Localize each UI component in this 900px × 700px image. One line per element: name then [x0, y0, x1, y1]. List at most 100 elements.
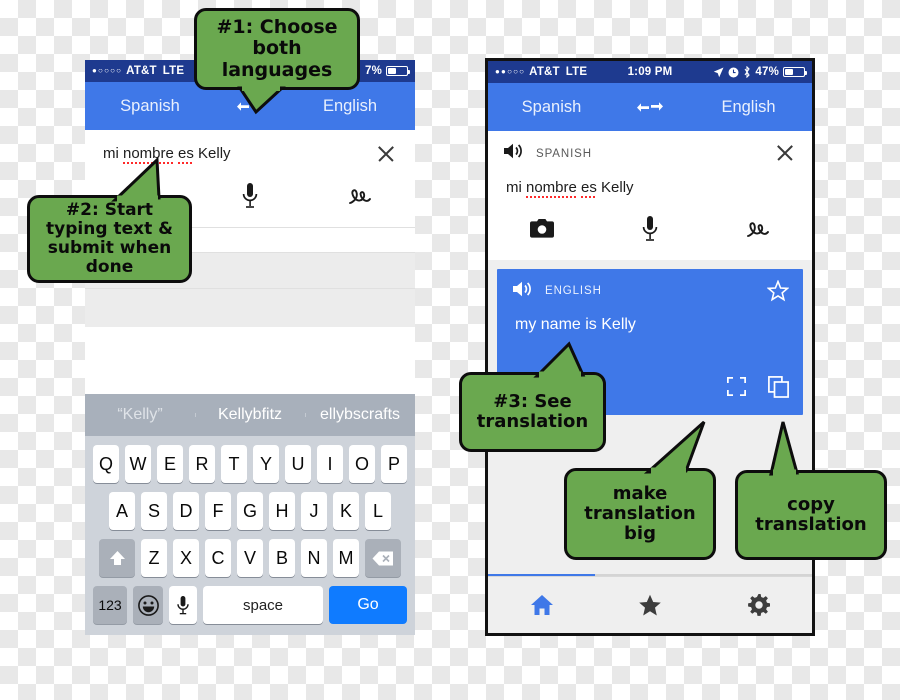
source-text-input[interactable]: mi nombre es Kelly: [103, 144, 375, 164]
translation-text: my name is Kelly: [515, 315, 636, 333]
key-c[interactable]: C: [205, 539, 231, 577]
callout-3-tail: [533, 341, 586, 379]
key-i[interactable]: I: [317, 445, 343, 483]
carrier-label: AT&T: [126, 65, 157, 77]
callout-4: make translation big: [564, 420, 716, 560]
prediction-1[interactable]: Kellybfitz: [195, 406, 305, 424]
emoji-icon[interactable]: [133, 586, 163, 624]
target-language-button[interactable]: English: [285, 97, 415, 116]
callout-5-tail: [769, 421, 799, 477]
src-part-3: Kelly: [193, 145, 231, 162]
space-key[interactable]: space: [203, 586, 323, 624]
source-language-button[interactable]: Spanish: [85, 97, 215, 116]
key-q[interactable]: Q: [93, 445, 119, 483]
key-b[interactable]: B: [269, 539, 295, 577]
nav-home[interactable]: [488, 594, 596, 616]
microphone-icon[interactable]: [596, 215, 704, 242]
language-bar-right: Spanish English: [488, 83, 812, 131]
key-x[interactable]: X: [173, 539, 199, 577]
key-g[interactable]: G: [237, 492, 263, 530]
backspace-icon[interactable]: [365, 539, 401, 577]
go-button[interactable]: Go: [329, 586, 407, 624]
callout-5: copy translation: [735, 421, 887, 560]
phone-left: ●○○○○ AT&T LTE 7% Spanish English mi nom…: [85, 60, 415, 635]
fullscreen-icon[interactable]: [726, 376, 747, 401]
speaker-icon[interactable]: [504, 143, 524, 164]
prediction-0[interactable]: “Kelly”: [85, 406, 195, 424]
star-outline-icon[interactable]: [766, 278, 790, 307]
key-f[interactable]: F: [205, 492, 231, 530]
callout-2: #2: Start typing text & submit when done: [27, 156, 192, 283]
key-u[interactable]: U: [285, 445, 311, 483]
alarm-clock-icon: [728, 67, 739, 78]
key-j[interactable]: J: [301, 492, 327, 530]
key-h[interactable]: H: [269, 492, 295, 530]
status-bar-right: ●●○○○ AT&T LTE 1:09 PM 47%: [488, 61, 812, 83]
misspelled-word-2: es: [581, 179, 597, 198]
key-v[interactable]: V: [237, 539, 263, 577]
callout-2-text: #2: Start typing text & submit when done: [27, 195, 192, 283]
dictation-microphone-icon[interactable]: [169, 586, 197, 624]
key-r[interactable]: R: [189, 445, 215, 483]
key-l[interactable]: L: [365, 492, 391, 530]
keyboard-row-3: Z X C V B N M: [85, 539, 415, 577]
speaker-icon[interactable]: [513, 281, 533, 302]
shift-icon[interactable]: [99, 539, 135, 577]
nav-starred[interactable]: [596, 594, 704, 617]
src-part-3: Kelly: [596, 179, 634, 196]
close-icon[interactable]: [774, 142, 796, 164]
key-k[interactable]: K: [333, 492, 359, 530]
prediction-2[interactable]: ellybscrafts: [305, 406, 415, 424]
key-p[interactable]: P: [381, 445, 407, 483]
handwriting-icon[interactable]: [704, 217, 812, 241]
callout-1-text: #1: Choose both languages: [194, 8, 360, 90]
battery-icon: [783, 67, 807, 77]
battery-percent-label: 47%: [755, 66, 779, 78]
key-w[interactable]: W: [125, 445, 151, 483]
misspelled-word-1: nombre: [526, 179, 577, 198]
bottom-nav: [488, 576, 812, 633]
key-z[interactable]: Z: [141, 539, 167, 577]
tool-row-right: [488, 198, 812, 260]
src-part-1: mi: [506, 179, 526, 196]
nav-settings[interactable]: [704, 593, 812, 617]
key-a[interactable]: A: [109, 492, 135, 530]
camera-icon[interactable]: [488, 219, 596, 238]
src-part-1: mi: [103, 145, 123, 162]
source-text-display[interactable]: mi nombre es Kelly: [506, 178, 794, 198]
key-n[interactable]: N: [301, 539, 327, 577]
copy-icon[interactable]: [768, 375, 789, 403]
key-s[interactable]: S: [141, 492, 167, 530]
close-icon[interactable]: [375, 143, 397, 165]
battery-percent-label: 7%: [364, 65, 382, 77]
microphone-icon[interactable]: [195, 183, 305, 209]
key-m[interactable]: M: [333, 539, 359, 577]
swap-horizontal-icon[interactable]: [615, 98, 685, 116]
key-y[interactable]: Y: [253, 445, 279, 483]
prediction-bar: “Kelly” Kellybfitz ellybscrafts: [85, 394, 415, 436]
key-e[interactable]: E: [157, 445, 183, 483]
bluetooth-icon: [743, 66, 751, 78]
battery-icon: [386, 66, 410, 76]
callout-4-text: make translation big: [564, 468, 716, 560]
handwriting-icon[interactable]: [305, 184, 415, 208]
keyboard-row-2: A S D F G H J K L: [85, 492, 415, 530]
key-o[interactable]: O: [349, 445, 375, 483]
numbers-key[interactable]: 123: [93, 586, 127, 624]
callout-4-tail: [643, 420, 706, 475]
callout-3-text: #3: See translation: [459, 372, 606, 452]
callout-3: #3: See translation: [459, 341, 606, 452]
key-t[interactable]: T: [221, 445, 247, 483]
keyboard-row-1: Q W E R T Y U I O P: [85, 445, 415, 483]
callout-2-tail: [111, 156, 161, 203]
target-language-button[interactable]: English: [685, 98, 812, 117]
key-d[interactable]: D: [173, 492, 199, 530]
callout-1-tail: [237, 85, 286, 115]
source-language-button[interactable]: Spanish: [488, 98, 615, 117]
source-card-right: SPANISH mi nombre es Kelly: [488, 131, 812, 260]
callout-5-text: copy translation: [735, 470, 887, 560]
location-arrow-icon: [713, 67, 724, 78]
keyboard-row-4: 123 space Go: [85, 586, 415, 624]
callout-1: #1: Choose both languages: [194, 8, 360, 115]
network-label: LTE: [162, 65, 185, 77]
